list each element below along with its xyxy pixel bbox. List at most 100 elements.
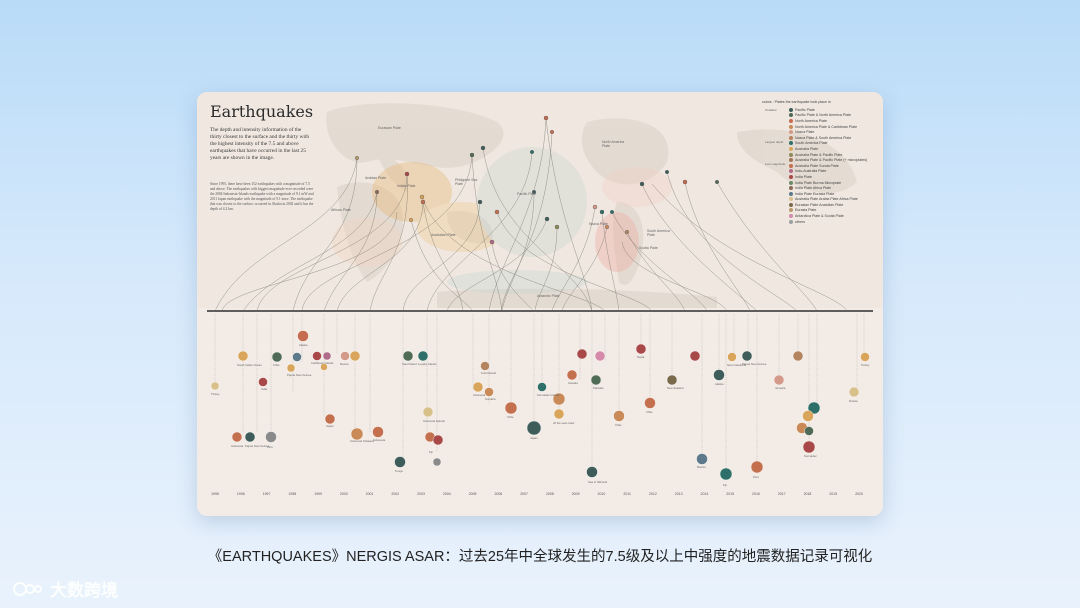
year-label: 2012: [649, 492, 657, 496]
year-label: 2007: [520, 492, 529, 496]
page-title: Earthquakes: [210, 102, 314, 121]
legend-label: Australia Plate: [795, 146, 819, 151]
year-label: 2011: [623, 492, 631, 496]
legend-swatch: [789, 208, 793, 213]
year-label: 1999: [314, 492, 322, 496]
legend-item: others: [789, 219, 881, 225]
svg-text:South Indian Ocean: South Indian Ocean: [237, 363, 262, 367]
legend-label: Nazca Plate: [795, 130, 815, 135]
legend-label: South America Plate: [795, 141, 828, 146]
svg-text:Japan: Japan: [326, 424, 334, 428]
svg-text:Chile: Chile: [646, 410, 653, 414]
body-text: Since 1995, there have been 152 earthqua…: [210, 182, 314, 211]
legend-label: Australia Plate & Pacific Plate (+ micro…: [795, 158, 868, 163]
year-label: 2020: [855, 492, 863, 496]
svg-text:Peru: Peru: [267, 445, 273, 449]
svg-text:Alaska: Alaska: [299, 343, 308, 347]
legend-label: North America Plate & Caribbean Plate: [795, 124, 858, 129]
legend: colors : Plates the earthquake took plac…: [741, 100, 881, 224]
plate-label-eurasian: Eurasian Plate: [378, 126, 401, 130]
legend-swatch: [789, 107, 793, 112]
legend-label: Eurasia Plate: [795, 208, 817, 213]
caption: 《EARTHQUAKES》NERGIS ASAR：过去25年中全球发生的7.5级…: [207, 549, 873, 565]
svg-text:Chile: Chile: [507, 415, 514, 419]
year-label: 2005: [468, 492, 477, 496]
svg-text:Mexico: Mexico: [697, 465, 706, 469]
svg-text:Alaska: Alaska: [715, 382, 724, 386]
legend-scale-smallest: Smallest: [765, 108, 777, 112]
plate-label-nazca: Nazca Plate: [589, 222, 608, 226]
svg-text:New Zealand: New Zealand: [667, 386, 684, 390]
year-label: 2010: [597, 492, 606, 496]
svg-text:Peru: Peru: [753, 475, 759, 479]
plate-label-scotia: Scotia Plate: [639, 246, 658, 250]
svg-text:Chile: Chile: [273, 363, 280, 367]
legend-swatch: [789, 180, 793, 185]
svg-text:Turkey: Turkey: [861, 363, 870, 367]
year-label: 2008: [545, 492, 554, 496]
plate-label-indian: Indian Plate: [397, 184, 416, 188]
year-label: 2002: [391, 492, 400, 496]
svg-text:Kermadec: Kermadec: [804, 454, 817, 458]
year-label: 2018: [803, 492, 812, 496]
legend-swatch: [789, 191, 793, 196]
svg-text:Kuril Islands: Kuril Islands: [481, 371, 497, 375]
legend-label: Antarctica Plate & Scotia Plate: [795, 214, 844, 219]
legend-swatch: [789, 113, 793, 118]
legend-swatch: [789, 130, 793, 135]
svg-text:Papua New Guinea: Papua New Guinea: [742, 362, 767, 366]
legend-item: Australia Plate & Pacific Plate (+ micro…: [789, 157, 881, 163]
year-label: 2009: [571, 492, 580, 496]
svg-text:Sumatra: Sumatra: [485, 397, 496, 401]
svg-text:India: India: [261, 387, 268, 391]
year-label: 2016: [752, 492, 760, 496]
legend-swatch: [789, 152, 793, 157]
legend-label: Indo-Australia Plate: [795, 169, 827, 174]
svg-text:Indonesia: Indonesia: [373, 438, 386, 442]
year-label: 2014: [700, 492, 709, 496]
legend-label: Pacific Plate & North America Plate: [795, 113, 852, 118]
legend-scale-magnitude: Low magnitude: [765, 162, 786, 166]
legend-label: others: [795, 219, 805, 224]
legend-swatch: [789, 219, 793, 224]
svg-text:Papua New Guinea: Papua New Guinea: [287, 373, 312, 377]
svg-text:Tonga: Tonga: [395, 469, 403, 473]
legend-label: Nazca Plate & South America Plate: [795, 135, 852, 140]
svg-text:Turkey: Turkey: [211, 392, 220, 396]
svg-text:Sea of Okhotsk: Sea of Okhotsk: [588, 480, 608, 484]
legend-label: India Plate Burma Microplate: [795, 180, 842, 185]
year-label: 2017: [777, 492, 786, 496]
legend-swatch: [789, 214, 793, 219]
legend-scale-depth: Largest depth: [765, 140, 784, 144]
watermark-text: 大数跨境: [50, 581, 118, 600]
svg-text:Papua New Guinea: Papua New Guinea: [245, 444, 270, 448]
legend-label: North America Plate: [795, 118, 827, 123]
legend-swatch: [789, 135, 793, 140]
legend-label: India Plate: [795, 174, 812, 179]
svg-text:Fiji: Fiji: [723, 483, 727, 487]
svg-text:Indonesia Islands: Indonesia Islands: [423, 419, 445, 423]
svg-text:Nepal: Nepal: [637, 355, 645, 359]
legend-swatch: [789, 118, 793, 123]
svg-text:Jamaica: Jamaica: [775, 386, 786, 390]
plate-label-antarctic: Antarctic Plate: [537, 294, 560, 298]
legend-header: colors : Plates the earthquake took plac…: [762, 100, 831, 104]
year-label: 2015: [726, 492, 735, 496]
svg-text:Sand Island: Sand Island: [402, 362, 417, 366]
legend-swatch: [789, 158, 793, 163]
svg-text:Loyalty Islands: Loyalty Islands: [418, 362, 437, 366]
year-label: 1997: [262, 492, 271, 496]
plate-label-australian: Australian Plate: [431, 233, 456, 237]
plate-label-african: African Plate: [331, 208, 351, 212]
year-label: 1995: [211, 492, 219, 496]
year-label: 2004: [442, 492, 451, 496]
svg-text:Russia: Russia: [849, 399, 858, 403]
year-label: 2001: [365, 492, 374, 496]
legend-swatch: [789, 141, 793, 146]
legend-swatch: [789, 197, 793, 202]
svg-text:Indonesia Sulawesi: Indonesia Sulawesi: [350, 439, 374, 443]
plate-label-arabian: Arabian Plate: [365, 176, 387, 180]
brand-logo-icon: [13, 581, 42, 596]
year-label: 2003: [417, 492, 425, 496]
svg-text:Chile: Chile: [615, 423, 622, 427]
